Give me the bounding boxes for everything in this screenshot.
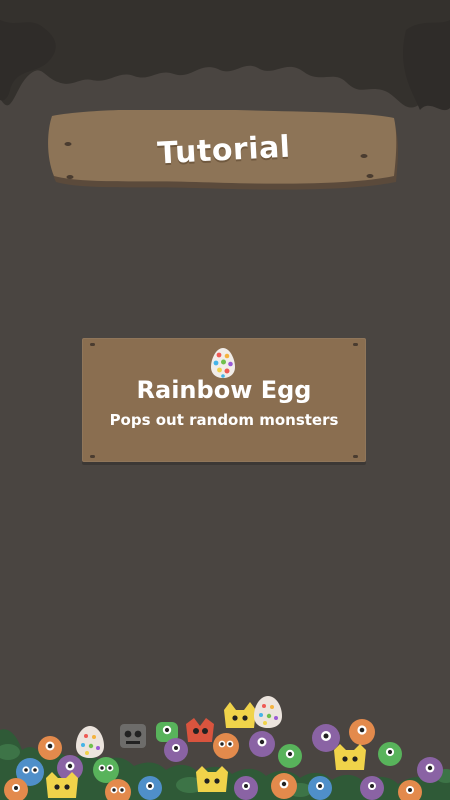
tutorial-card: Rainbow Egg Pops out random monsters — [82, 338, 366, 462]
item-description: Pops out random monsters — [109, 411, 339, 429]
monster-rainbow-egg-pile — [254, 696, 282, 728]
tutorial-title-sign: Tutorial — [46, 110, 402, 192]
item-name: Rainbow Egg — [136, 376, 312, 404]
monster-yellow-right — [334, 744, 366, 770]
monster-orange-mid — [213, 733, 239, 759]
monster-green-left — [93, 757, 119, 783]
monster-yellow-cat — [224, 702, 256, 728]
rainbow-egg-icon — [211, 348, 235, 378]
monster-purple-front-2 — [360, 776, 384, 800]
monster-orange — [38, 736, 62, 760]
monster-purple-front — [234, 776, 258, 800]
monster-purple-mid — [164, 738, 188, 762]
monster-blue-front — [138, 776, 162, 800]
monster-gray-skull — [120, 724, 146, 748]
monster-blue-front-2 — [308, 776, 332, 800]
monster-green-right — [378, 742, 402, 766]
monster-purple-right — [417, 757, 443, 783]
monster-green-center — [278, 744, 302, 768]
monster-purple — [312, 724, 340, 752]
monster-mint-egg — [76, 726, 104, 758]
card-bolt — [353, 343, 358, 346]
monster-red-bat — [186, 718, 214, 742]
monster-purple-center — [249, 731, 275, 757]
monster-orange-right — [349, 719, 375, 745]
monster-pile — [0, 696, 450, 800]
card-bolt — [90, 455, 95, 458]
card-bolt — [353, 455, 358, 458]
game-screen: Tutorial Rainbow Egg Pops out random mon… — [0, 0, 450, 800]
monster-orange-front-3 — [271, 773, 297, 799]
card-bolt — [90, 343, 95, 346]
